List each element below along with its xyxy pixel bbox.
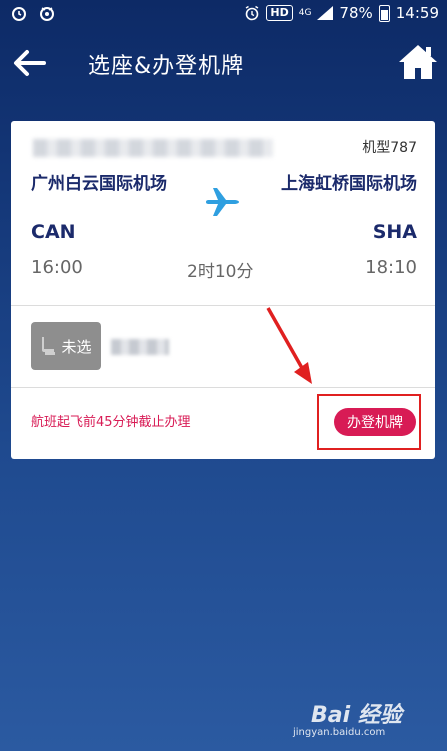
battery-icon bbox=[378, 4, 390, 22]
signal-icon bbox=[317, 6, 334, 20]
hd-voice-badge: HD bbox=[266, 5, 293, 21]
annotation-arrow-icon bbox=[266, 307, 312, 384]
arrival-airport: 上海虹桥国际机场 bbox=[281, 174, 417, 194]
divider bbox=[11, 305, 435, 306]
status-bar-notifications bbox=[10, 4, 56, 22]
alarm-icon bbox=[246, 5, 259, 21]
status-bar-system: HD 4G 78% 14:59 bbox=[244, 4, 439, 22]
back-arrow-icon[interactable] bbox=[12, 48, 46, 78]
divider bbox=[11, 387, 435, 388]
seat-icon bbox=[42, 337, 56, 355]
watermark-url: jingyan.baidu.com bbox=[293, 727, 386, 738]
arrival-time: 18:10 bbox=[365, 257, 417, 278]
watermark-logo: Bai 经验 bbox=[311, 703, 402, 728]
app-header: 选座&办登机牌 bbox=[0, 28, 447, 98]
arrival-code: SHA bbox=[372, 221, 417, 243]
flight-duration: 2时10分 bbox=[187, 262, 254, 282]
airplane-icon bbox=[206, 188, 239, 216]
checkin-button[interactable]: 办登机牌 bbox=[334, 408, 416, 436]
page-title: 选座&办登机牌 bbox=[88, 54, 245, 79]
battery-percent: 78% bbox=[339, 4, 373, 22]
aircraft-type: 机型787 bbox=[362, 140, 417, 156]
passenger-name-redacted bbox=[111, 339, 169, 355]
seat-selection-badge[interactable]: 未选 bbox=[31, 322, 101, 370]
seat-status: 未选 bbox=[61, 337, 92, 356]
flight-number-redacted bbox=[33, 139, 273, 157]
status-bar: HD 4G 78% 14:59 bbox=[0, 0, 447, 28]
flight-card: 机型787 广州白云国际机场 上海虹桥国际机场 CAN SHA 16:00 2时… bbox=[11, 121, 435, 459]
clock: 14:59 bbox=[395, 4, 439, 22]
departure-airport: 广州白云国际机场 bbox=[31, 174, 167, 194]
departure-time: 16:00 bbox=[31, 257, 83, 278]
camera-icon bbox=[40, 7, 54, 21]
alarm-clock-icon bbox=[12, 7, 26, 21]
checkin-deadline-note: 航班起飞前45分钟截止办理 bbox=[31, 415, 191, 430]
network-type: 4G bbox=[298, 7, 312, 18]
departure-code: CAN bbox=[31, 221, 76, 243]
baidu-watermark: Bai 经验 jingyan.baidu.com bbox=[293, 697, 433, 743]
home-icon[interactable] bbox=[397, 42, 439, 82]
